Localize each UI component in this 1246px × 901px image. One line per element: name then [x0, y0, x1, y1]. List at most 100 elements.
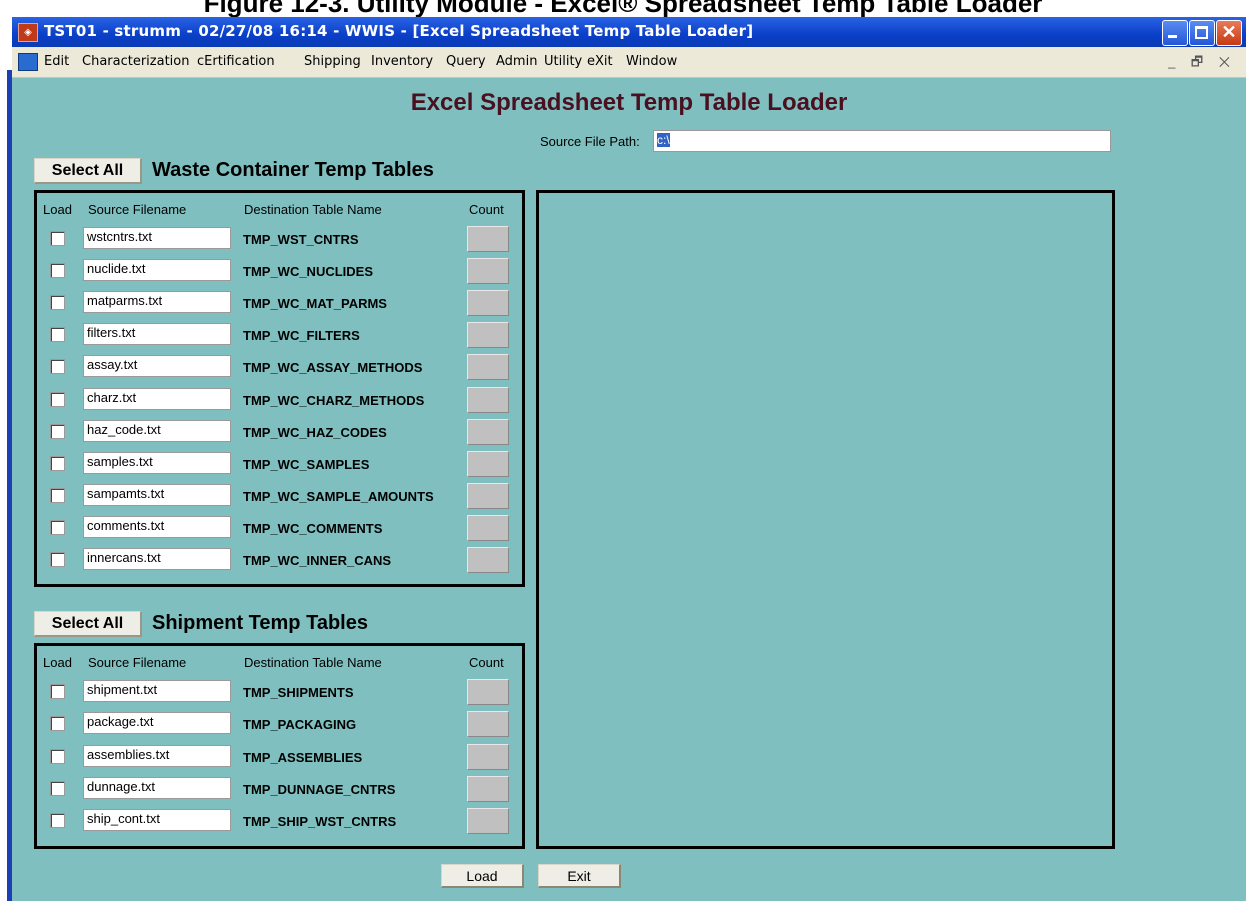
- load-checkbox[interactable]: [50, 455, 65, 471]
- col-load: Load: [43, 655, 72, 670]
- menu-query[interactable]: Query: [446, 54, 486, 69]
- app-window: ◈ TST01 - strumm - 02/27/08 16:14 - WWIS…: [12, 17, 1246, 901]
- menu-certification[interactable]: cErtification: [197, 54, 275, 69]
- source-filename-input[interactable]: dunnage.txt: [83, 776, 231, 799]
- shipment-section-title: Shipment Temp Tables: [152, 612, 368, 634]
- source-filename-input[interactable]: assemblies.txt: [83, 744, 231, 767]
- load-checkbox[interactable]: [50, 716, 65, 732]
- menu-characterization[interactable]: Characterization: [82, 54, 190, 69]
- source-filename-input[interactable]: wstcntrs.txt: [83, 227, 231, 249]
- menu-window[interactable]: Window: [626, 54, 677, 69]
- maximize-button[interactable]: [1189, 20, 1215, 46]
- shipment-table: Load Source Filename Destination Table N…: [34, 643, 525, 849]
- form-title: Excel Spreadsheet Temp Table Loader: [410, 89, 848, 116]
- destination-table-name: TMP_DUNNAGE_CNTRS: [243, 781, 396, 797]
- count-field: [467, 743, 509, 770]
- source-filename-input[interactable]: shipment.txt: [83, 680, 231, 702]
- menu-edit[interactable]: Edit: [44, 54, 69, 69]
- load-checkbox[interactable]: [50, 359, 65, 375]
- load-button[interactable]: Load: [441, 864, 524, 888]
- count-field: [467, 322, 509, 349]
- count-field: [467, 482, 509, 509]
- waste-table: Load Source Filename Destination Table N…: [34, 190, 525, 587]
- load-checkbox[interactable]: [50, 780, 65, 796]
- col-count: Count: [469, 655, 504, 670]
- col-dest: Destination Table Name: [244, 655, 382, 670]
- source-filename-input[interactable]: samples.txt: [83, 451, 231, 474]
- load-checkbox[interactable]: [50, 327, 65, 343]
- document-icon[interactable]: [18, 53, 38, 71]
- count-field: [467, 450, 509, 477]
- source-path-input[interactable]: c:\: [653, 130, 1111, 152]
- destination-table-name: TMP_WC_SAMPLE_AMOUNTS: [243, 488, 434, 504]
- title-bar: ◈ TST01 - strumm - 02/27/08 16:14 - WWIS…: [12, 17, 1246, 47]
- load-checkbox[interactable]: [50, 748, 65, 764]
- destination-table-name: TMP_WC_INNER_CANS: [243, 553, 392, 568]
- load-checkbox[interactable]: [50, 391, 65, 407]
- close-icon: ✕: [1221, 22, 1237, 42]
- source-filename-input[interactable]: haz_code.txt: [83, 419, 231, 442]
- exit-button[interactable]: Exit: [538, 864, 621, 888]
- load-checkbox[interactable]: [50, 295, 65, 311]
- menu-shipping[interactable]: Shipping: [304, 54, 361, 69]
- menu-bar: Edit Characterization cErtification Ship…: [12, 47, 1246, 78]
- count-field: [467, 514, 509, 541]
- source-filename-input[interactable]: charz.txt: [83, 387, 231, 410]
- destination-table-name: TMP_WC_NUCLIDES: [243, 264, 374, 280]
- menu-inventory[interactable]: Inventory: [371, 54, 433, 69]
- destination-table-name: TMP_WC_ASSAY_METHODS: [243, 360, 423, 376]
- destination-table-name: TMP_WC_SAMPLES: [243, 456, 370, 472]
- col-source: Source Filename: [88, 655, 187, 670]
- app-icon: ◈: [18, 23, 38, 42]
- load-checkbox[interactable]: [50, 813, 65, 829]
- count-field: [467, 386, 509, 413]
- source-filename-input[interactable]: ship_cont.txt: [83, 809, 231, 832]
- waste-section-title: Waste Container Temp Tables: [152, 159, 434, 181]
- close-button[interactable]: ✕: [1216, 20, 1242, 46]
- destination-table-name: TMP_PACKAGING: [243, 717, 357, 733]
- destination-table-name: TMP_WC_MAT_PARMS: [243, 296, 387, 312]
- count-field: [467, 418, 509, 445]
- waste-select-all-button[interactable]: Select All: [34, 158, 142, 184]
- load-checkbox[interactable]: [50, 487, 65, 503]
- source-filename-input[interactable]: matparms.txt: [83, 291, 231, 314]
- count-field: [467, 258, 509, 285]
- destination-table-name: TMP_SHIPMENTS: [243, 685, 354, 700]
- col-source: Source Filename: [88, 202, 187, 217]
- count-field: [467, 226, 509, 252]
- load-checkbox[interactable]: [50, 684, 65, 699]
- source-filename-input[interactable]: package.txt: [83, 712, 231, 735]
- mdi-controls[interactable]: _ 🗗 ✕: [1168, 53, 1236, 75]
- source-filename-input[interactable]: comments.txt: [83, 515, 231, 538]
- source-filename-input[interactable]: innercans.txt: [83, 548, 231, 570]
- menu-admin[interactable]: Admin: [496, 54, 537, 69]
- menu-exit[interactable]: eXit: [587, 54, 613, 69]
- source-filename-input[interactable]: filters.txt: [83, 323, 231, 346]
- load-checkbox[interactable]: [50, 519, 65, 535]
- destination-table-name: TMP_ASSEMBLIES: [243, 749, 363, 765]
- menu-utility[interactable]: Utility: [544, 54, 582, 69]
- destination-table-name: TMP_WC_CHARZ_METHODS: [243, 392, 425, 408]
- destination-table-name: TMP_WST_CNTRS: [243, 232, 359, 247]
- count-field: [467, 711, 509, 738]
- count-field: [467, 775, 509, 802]
- minimize-button[interactable]: [1162, 20, 1188, 46]
- source-filename-input[interactable]: sampamts.txt: [83, 483, 231, 506]
- shipment-select-all-button[interactable]: Select All: [34, 611, 142, 637]
- source-filename-input[interactable]: assay.txt: [83, 355, 231, 378]
- window-title: TST01 - strumm - 02/27/08 16:14 - WWIS -…: [44, 22, 754, 40]
- col-load: Load: [43, 202, 72, 217]
- load-checkbox[interactable]: [50, 552, 65, 567]
- destination-table-name: TMP_WC_COMMENTS: [243, 520, 383, 536]
- load-checkbox[interactable]: [50, 423, 65, 439]
- destination-table-name: TMP_WC_FILTERS: [243, 328, 360, 344]
- count-field: [467, 290, 509, 317]
- count-field: [467, 808, 509, 835]
- source-path-label: Source File Path:: [540, 134, 640, 149]
- count-field: [467, 354, 509, 381]
- destination-table-name: TMP_WC_HAZ_CODES: [243, 424, 387, 440]
- load-checkbox[interactable]: [50, 231, 65, 246]
- load-checkbox[interactable]: [50, 263, 65, 279]
- count-field: [467, 679, 509, 705]
- source-filename-input[interactable]: nuclide.txt: [83, 259, 231, 282]
